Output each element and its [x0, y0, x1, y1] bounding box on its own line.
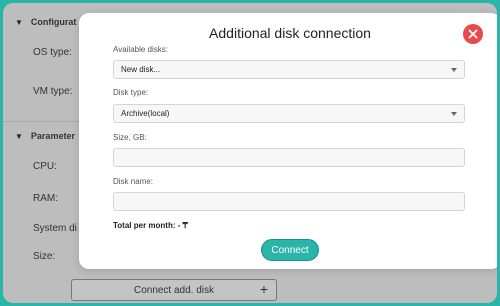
size-gb-input[interactable]: [113, 148, 465, 167]
disk-name-label: Disk name:: [113, 177, 154, 186]
disk-type-select[interactable]: Archive(local): [113, 104, 465, 123]
vm-type-label: VM type:: [33, 86, 73, 97]
connect-add-disk-button[interactable]: Connect add. disk +: [71, 279, 277, 301]
total-per-month: Total per month: - ₸: [113, 221, 188, 230]
close-button[interactable]: [463, 24, 483, 44]
disk-name-input[interactable]: [113, 192, 465, 211]
app-window: ▼ Configurat OS type: VM type: ▼ Paramet…: [3, 3, 497, 303]
chevron-down-icon: [451, 112, 457, 116]
chevron-down-icon: [451, 68, 457, 72]
modal-title: Additional disk connection: [209, 25, 371, 41]
available-disks-select[interactable]: New disk...: [113, 60, 465, 79]
disk-type-value: Archive(local): [121, 109, 170, 118]
section-configuration-header[interactable]: ▼ Configurat: [15, 17, 76, 27]
system-disk-label: System di: [33, 223, 77, 234]
plus-icon: +: [259, 281, 268, 297]
cpu-label: CPU:: [33, 161, 57, 172]
collapse-triangle-icon: ▼: [15, 17, 23, 27]
available-disks-value: New disk...: [121, 65, 161, 74]
connect-button[interactable]: Connect: [261, 239, 319, 261]
close-icon: [468, 29, 478, 39]
size-gb-label: Size, GB:: [113, 133, 147, 142]
collapse-triangle-icon: ▼: [15, 131, 23, 141]
section-title: Parameter: [30, 131, 75, 141]
os-type-label: OS type:: [33, 47, 72, 58]
size-label: Size:: [33, 251, 56, 262]
additional-disk-modal: Additional disk connection Available dis…: [79, 13, 497, 269]
available-disks-label: Available disks:: [113, 45, 168, 54]
connect-add-disk-label: Connect add. disk: [133, 284, 215, 296]
ram-label: RAM:: [33, 193, 58, 204]
section-parameters-header[interactable]: ▼ Parameter: [15, 131, 75, 141]
disk-type-label: Disk type:: [113, 88, 149, 97]
section-title: Configurat: [30, 17, 77, 27]
